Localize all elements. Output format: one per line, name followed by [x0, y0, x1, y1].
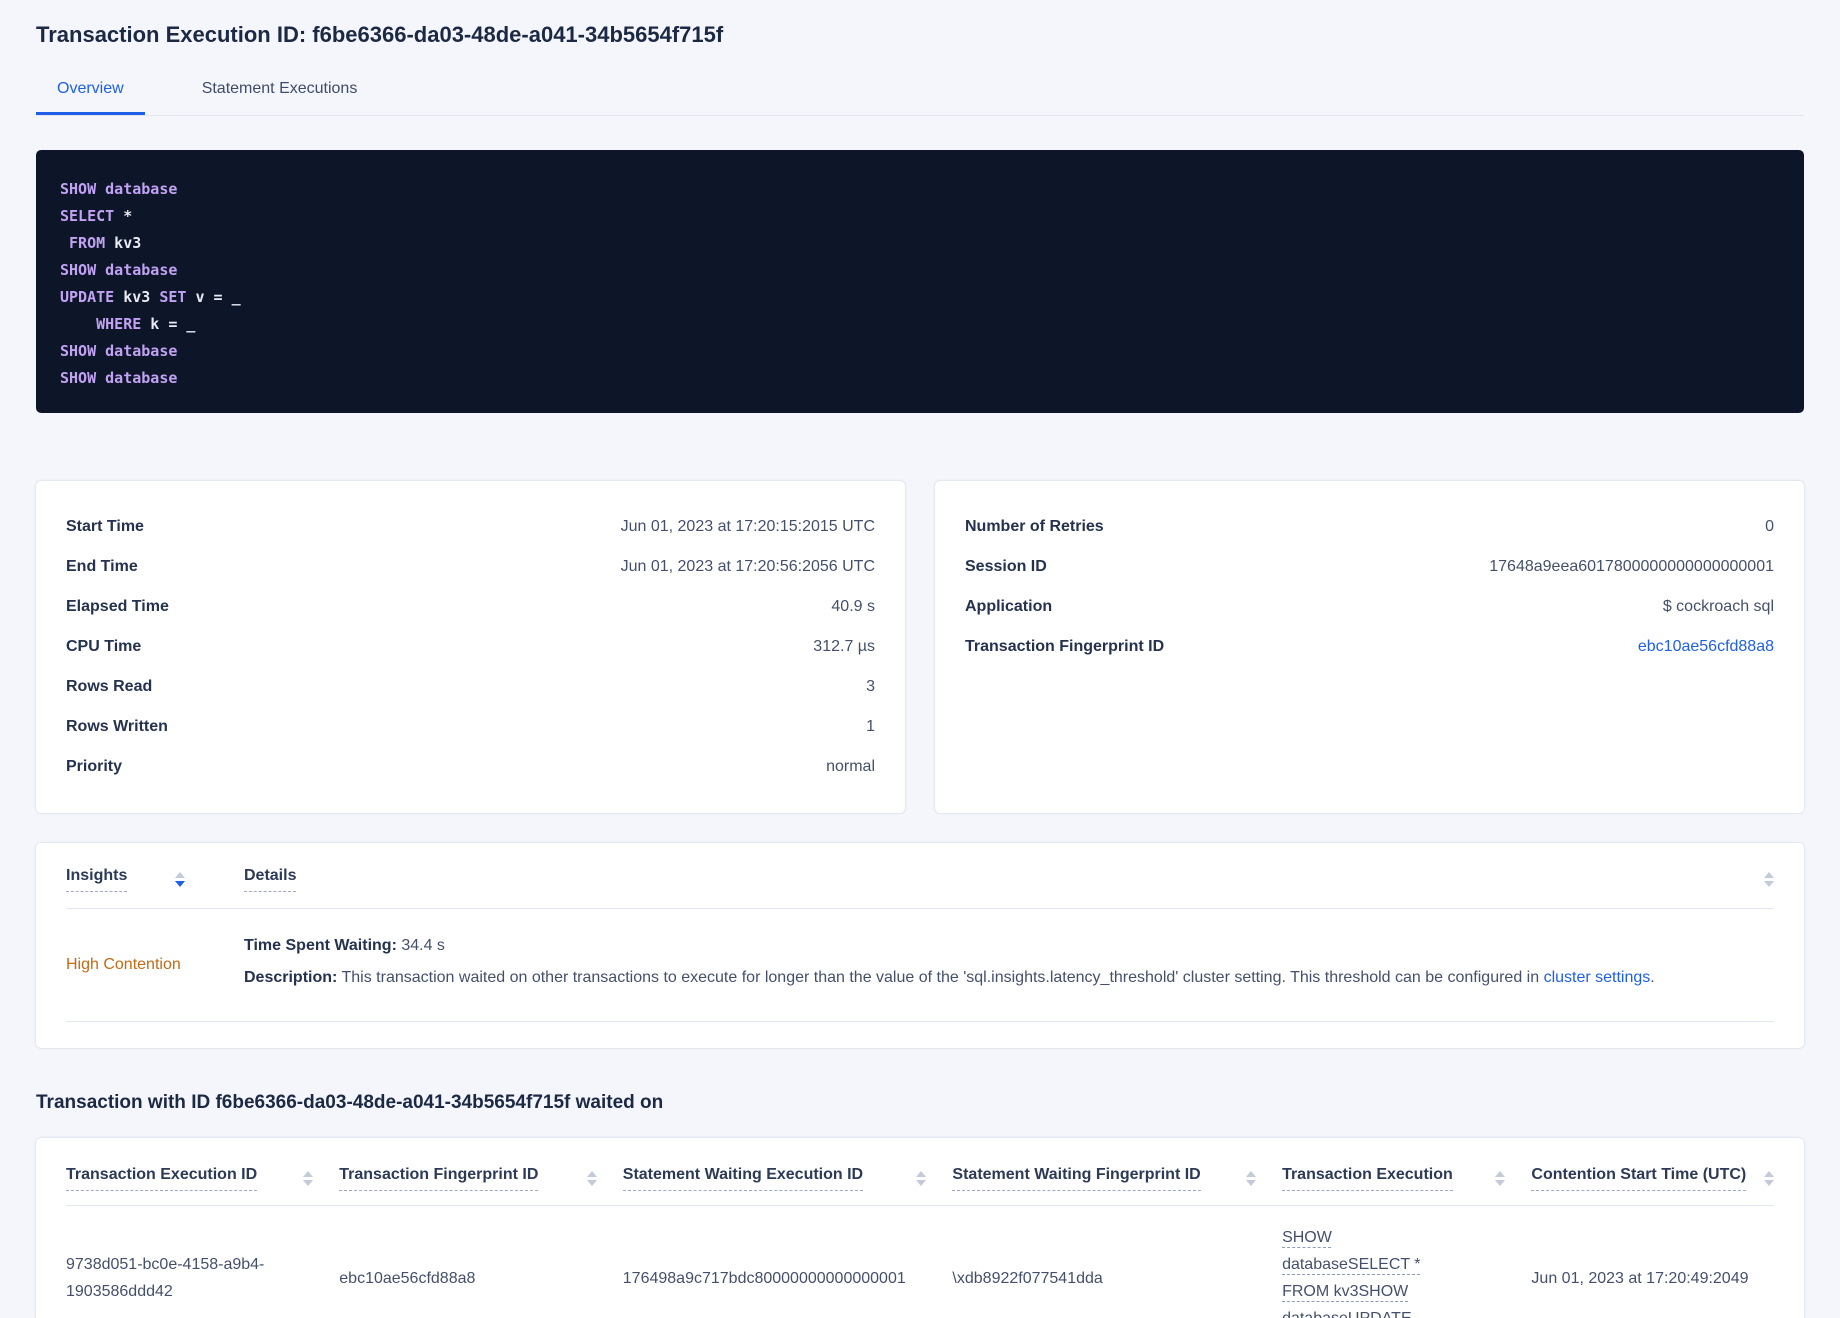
- column-header-contention-start-time: Contention Start Time (UTC): [1531, 1166, 1774, 1191]
- priority-value: normal: [826, 758, 875, 775]
- insight-details-cell: Time Spent Waiting: 34.4 s Description: …: [244, 933, 1774, 997]
- cell-statement-waiting-fingerprint-id: \xdb8922f077541dda: [952, 1269, 1103, 1287]
- insights-table-header: Insights Details: [66, 843, 1774, 909]
- cell-transaction-execution: SHOW databaseSELECT * FROM kv3SHOW datab…: [1282, 1224, 1531, 1318]
- sql-statement-line: SELECT *: [60, 207, 133, 225]
- column-header-transaction-fingerprint-id: Transaction Fingerprint ID: [339, 1166, 623, 1191]
- insights-column-header: Insights: [66, 867, 244, 892]
- start-time-value: Jun 01, 2023 at 17:20:15:2015 UTC: [620, 518, 875, 535]
- waited-on-table-header: Transaction Execution ID Transaction Fin…: [66, 1138, 1774, 1206]
- waited-on-table: Transaction Execution ID Transaction Fin…: [36, 1138, 1804, 1318]
- page-title: Transaction Execution ID: f6be6366-da03-…: [36, 22, 724, 47]
- insight-type-badge: High Contention: [66, 956, 181, 973]
- kv-row-application: Application $ cockroach sql: [965, 587, 1774, 627]
- sql-statement-line: SHOW database: [60, 261, 178, 279]
- sql-statement-line: SHOW database: [60, 342, 178, 360]
- cluster-settings-link[interactable]: cluster settings: [1544, 969, 1651, 986]
- time-spent-waiting-value: 34.4 s: [396, 937, 445, 954]
- insights-column-label[interactable]: Insights: [66, 867, 128, 892]
- details-column-label[interactable]: Details: [244, 867, 297, 892]
- rows-written-label: Rows Written: [66, 718, 168, 735]
- cpu-time-label: CPU Time: [66, 638, 142, 655]
- column-header-statement-waiting-execution-id: Statement Waiting Execution ID: [622, 1166, 953, 1191]
- session-id-label: Session ID: [965, 558, 1047, 575]
- cpu-time-value: 312.7 µs: [813, 638, 875, 655]
- cell-transaction-execution-id: 9738d051-bc0e-4158-a9b4-1903586ddd42: [66, 1256, 265, 1300]
- timing-card: Start Time Jun 01, 2023 at 17:20:15:2015…: [36, 481, 905, 813]
- retries-label: Number of Retries: [965, 518, 1104, 535]
- sort-arrows-icon[interactable]: [175, 872, 186, 887]
- description-text: This transaction waited on other transac…: [337, 969, 1544, 986]
- statement-waiting-execution-id-column-label[interactable]: Statement Waiting Execution ID: [622, 1166, 864, 1191]
- transaction-execution-statements-link[interactable]: SHOW databaseSELECT * FROM kv3SHOW datab…: [1282, 1224, 1452, 1318]
- cell-statement-waiting-execution-id: 176498a9c717bdc80000000000000001: [622, 1269, 906, 1287]
- transaction-execution-column-label[interactable]: Transaction Execution: [1282, 1166, 1453, 1191]
- sort-arrows-icon[interactable]: [586, 1171, 597, 1186]
- sort-arrows-icon[interactable]: [1763, 1171, 1774, 1186]
- insights-table: Insights Details High Contention Time Sp…: [36, 843, 1804, 1048]
- sql-statements-box: SHOW database SELECT * FROM kv3 SHOW datab…: [36, 150, 1804, 413]
- transaction-details-page: Transaction Execution ID: f6be6366-da03-…: [0, 0, 1840, 1318]
- kv-row-priority: Priority normal: [66, 747, 875, 787]
- insight-row: High Contention Time Spent Waiting: 34.4…: [66, 909, 1774, 1022]
- transaction-fingerprint-id-column-label[interactable]: Transaction Fingerprint ID: [339, 1166, 539, 1191]
- kv-row-transaction-fingerprint-id: Transaction Fingerprint ID ebc10ae56cfd8…: [965, 627, 1774, 667]
- waited-on-heading: Transaction with ID f6be6366-da03-48de-a…: [36, 1092, 664, 1113]
- rows-read-value: 3: [866, 678, 875, 695]
- application-label: Application: [965, 598, 1053, 615]
- sort-arrows-icon[interactable]: [303, 1171, 314, 1186]
- description-suffix: .: [1650, 969, 1655, 986]
- sql-statement-line: UPDATE kv3 SET v = _: [60, 288, 241, 306]
- kv-row-cpu-time: CPU Time 312.7 µs: [66, 627, 875, 667]
- summary-cards: Start Time Jun 01, 2023 at 17:20:15:2015…: [36, 481, 1804, 813]
- sql-statement-line: FROM kv3: [69, 234, 142, 252]
- sort-arrows-icon[interactable]: [916, 1171, 927, 1186]
- description-line: Description: This transaction waited on …: [244, 965, 1774, 991]
- cell-contention-start-time: Jun 01, 2023 at 17:20:49:2049: [1531, 1269, 1749, 1287]
- kv-row-rows-read: Rows Read 3: [66, 667, 875, 707]
- elapsed-time-label: Elapsed Time: [66, 598, 169, 615]
- rows-read-label: Rows Read: [66, 678, 153, 695]
- kv-row-elapsed-time: Elapsed Time 40.9 s: [66, 587, 875, 627]
- retries-value: 0: [1765, 518, 1774, 535]
- statement-waiting-fingerprint-id-column-label[interactable]: Statement Waiting Fingerprint ID: [952, 1166, 1201, 1191]
- end-time-label: End Time: [66, 558, 138, 575]
- start-time-label: Start Time: [66, 518, 144, 535]
- sql-statement-line: WHERE k = _: [96, 315, 196, 333]
- rows-written-value: 1: [866, 718, 875, 735]
- elapsed-time-value: 40.9 s: [831, 598, 875, 615]
- transaction-fingerprint-id-link[interactable]: ebc10ae56cfd88a8: [1638, 627, 1774, 667]
- kv-row-rows-written: Rows Written 1: [66, 707, 875, 747]
- tab-statement-executions[interactable]: Statement Executions: [181, 72, 379, 115]
- column-header-transaction-execution-id: Transaction Execution ID: [66, 1166, 339, 1191]
- time-spent-waiting-line: Time Spent Waiting: 34.4 s: [244, 933, 1774, 959]
- kv-row-start-time: Start Time Jun 01, 2023 at 17:20:15:2015…: [66, 507, 875, 547]
- transaction-fingerprint-id-label: Transaction Fingerprint ID: [965, 638, 1165, 655]
- kv-row-session-id: Session ID 17648a9eea6017800000000000000…: [965, 547, 1774, 587]
- kv-row-retries: Number of Retries 0: [965, 507, 1774, 547]
- contention-start-time-column-label[interactable]: Contention Start Time (UTC): [1531, 1166, 1747, 1191]
- priority-label: Priority: [66, 758, 123, 775]
- column-header-statement-waiting-fingerprint-id: Statement Waiting Fingerprint ID: [952, 1166, 1282, 1191]
- time-spent-waiting-label: Time Spent Waiting:: [244, 937, 397, 954]
- transaction-execution-id-column-label[interactable]: Transaction Execution ID: [66, 1166, 258, 1191]
- sort-arrows-icon[interactable]: [1246, 1171, 1257, 1186]
- table-row: 9738d051-bc0e-4158-a9b4-1903586ddd42 ebc…: [66, 1206, 1774, 1318]
- session-id-value: 17648a9eea6017800000000000000001: [1489, 558, 1774, 575]
- kv-row-end-time: End Time Jun 01, 2023 at 17:20:56:2056 U…: [66, 547, 875, 587]
- sort-arrows-icon[interactable]: [1495, 1171, 1506, 1186]
- sql-statement-line: SHOW database: [60, 180, 178, 198]
- cell-transaction-fingerprint-id: ebc10ae56cfd88a8: [339, 1269, 476, 1287]
- tab-bar: Overview Statement Executions: [36, 72, 1804, 116]
- description-label: Description:: [244, 969, 338, 986]
- column-header-transaction-execution: Transaction Execution: [1282, 1166, 1531, 1191]
- sql-statement-line: SHOW database: [60, 369, 178, 387]
- end-time-value: Jun 01, 2023 at 17:20:56:2056 UTC: [620, 558, 875, 575]
- application-value: $ cockroach sql: [1662, 598, 1774, 615]
- sort-arrows-icon[interactable]: [1764, 872, 1774, 887]
- tab-overview[interactable]: Overview: [36, 72, 145, 115]
- session-card: Number of Retries 0 Session ID 17648a9ee…: [935, 481, 1804, 813]
